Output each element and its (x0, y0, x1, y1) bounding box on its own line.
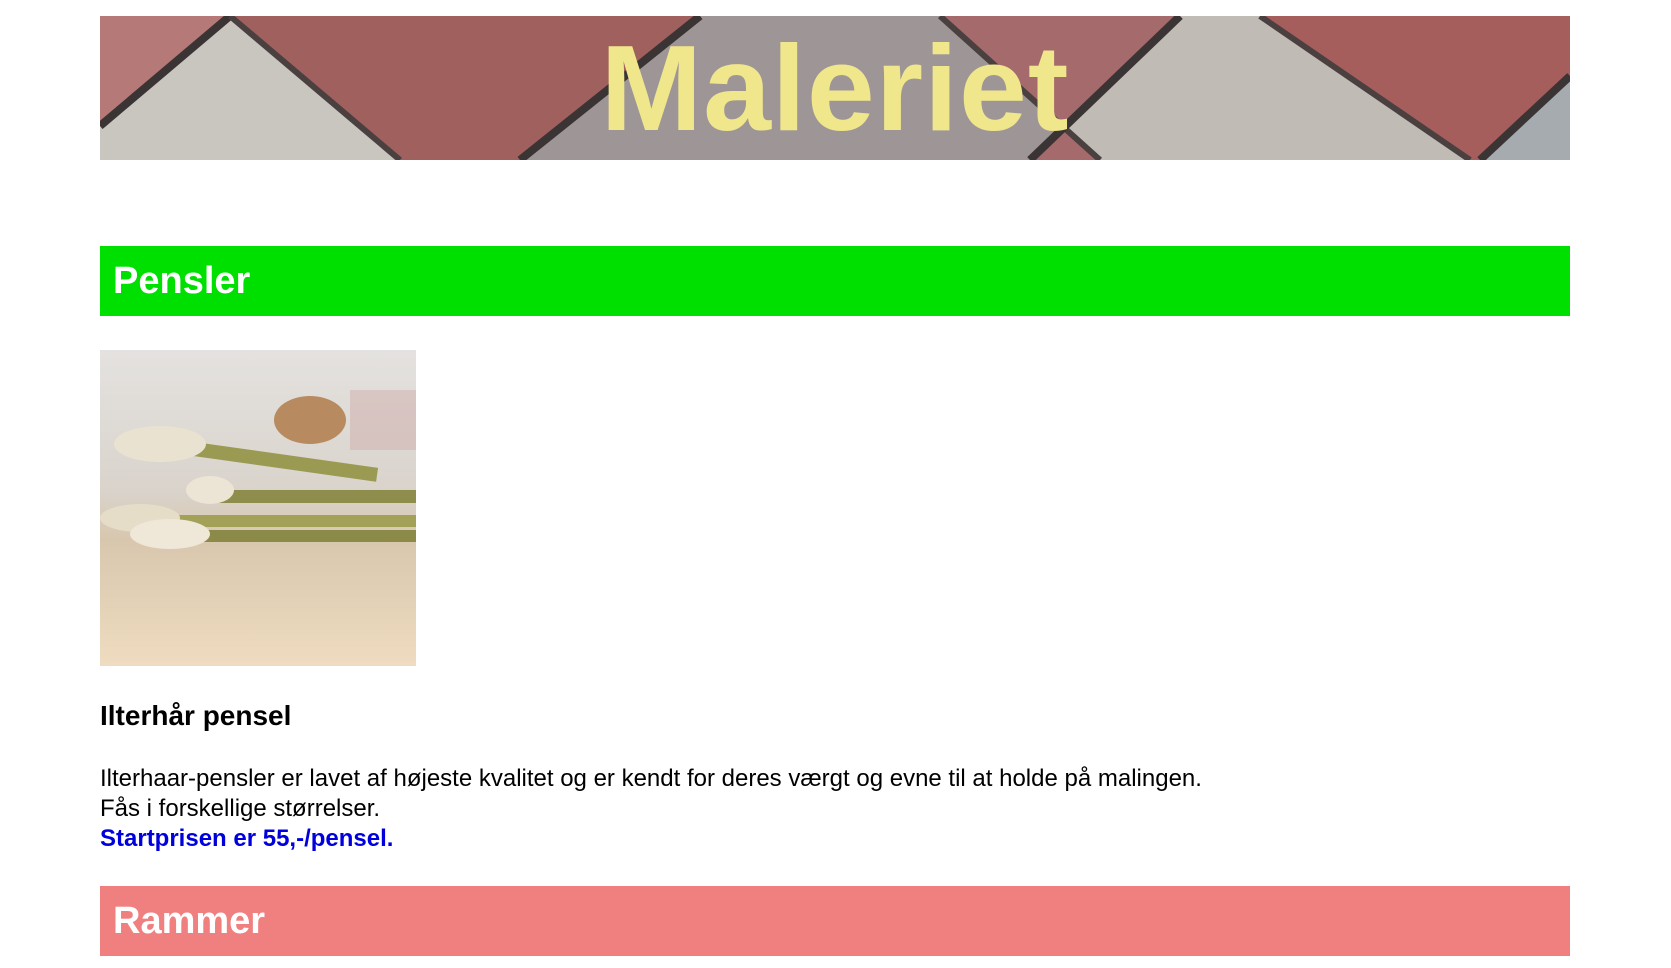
site-title: Maleriet (600, 20, 1070, 156)
product-title: Ilterhår pensel (100, 700, 292, 731)
price-text: Startprisen er 55,-/pensel. (100, 825, 394, 852)
paint-brushes-image (100, 350, 416, 666)
product-description: Ilterhaar-pensler er lavet af højeste kv… (100, 764, 1202, 854)
section-heading-rammer: Rammer (100, 886, 1570, 956)
header-banner: Maleriet (100, 16, 1570, 160)
description-line: Ilterhaar-pensler er lavet af højeste kv… (100, 765, 1202, 792)
description-line: Fås i forskellige størrelser. (100, 795, 381, 822)
section-heading-pensler: Pensler (100, 246, 1570, 316)
